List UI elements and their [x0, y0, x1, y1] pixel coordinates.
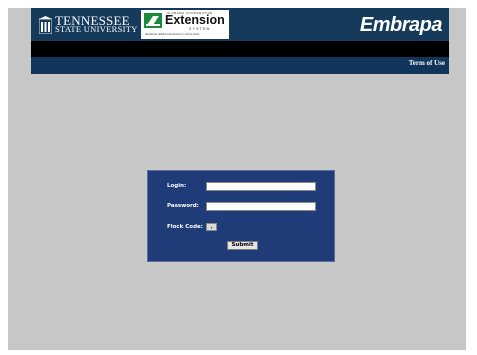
login-form: Login: Password: Flock Code: ▾ Submit: [147, 170, 335, 262]
tsu-wordmark: TENNESSEE STATE UNIVERSITY: [55, 14, 138, 34]
flock-code-select[interactable]: ▾: [206, 223, 217, 231]
extension-system: SYSTEM: [189, 27, 211, 31]
password-label: Password:: [167, 203, 199, 209]
nav-bar: Term of Use: [31, 57, 449, 74]
site-header: TENNESSEE STATE UNIVERSITY ALABAMA COOPE…: [31, 8, 449, 41]
tsu-line2: STATE UNIVERSITY: [55, 24, 138, 34]
embrapa-logo[interactable]: Embrapa: [360, 14, 443, 37]
password-input[interactable]: [206, 202, 316, 211]
extension-title: Extension: [165, 13, 225, 27]
flock-code-label: Flock Code:: [167, 224, 203, 230]
term-of-use-link[interactable]: Term of Use: [409, 59, 445, 67]
login-input[interactable]: [206, 182, 316, 191]
extension-logo-icon: [144, 13, 162, 28]
extension-logo[interactable]: ALABAMA COOPERATIVE Extension SYSTEM Ala…: [141, 10, 229, 39]
login-label: Login:: [167, 183, 187, 189]
chevron-down-icon: ▾: [210, 224, 213, 230]
tsu-logo[interactable]: TENNESSEE STATE UNIVERSITY: [39, 14, 138, 36]
tsu-seal-icon: [39, 16, 52, 34]
header-divider-bar: [31, 41, 449, 57]
submit-button[interactable]: Submit: [227, 241, 258, 250]
extension-subtitle: Alabama A&M and Auburn Universities: [145, 32, 200, 36]
